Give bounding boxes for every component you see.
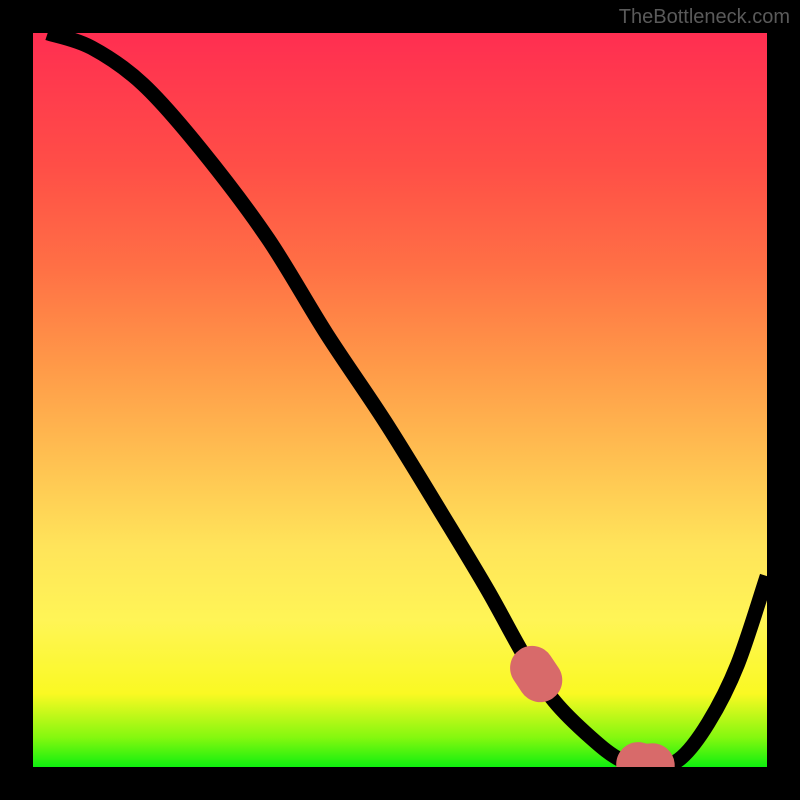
watermark-label: TheBottleneck.com — [619, 6, 790, 29]
plot-area — [33, 33, 767, 767]
bottleneck-curve — [48, 33, 767, 767]
plot-svg — [33, 33, 767, 767]
chart-frame — [0, 0, 800, 800]
